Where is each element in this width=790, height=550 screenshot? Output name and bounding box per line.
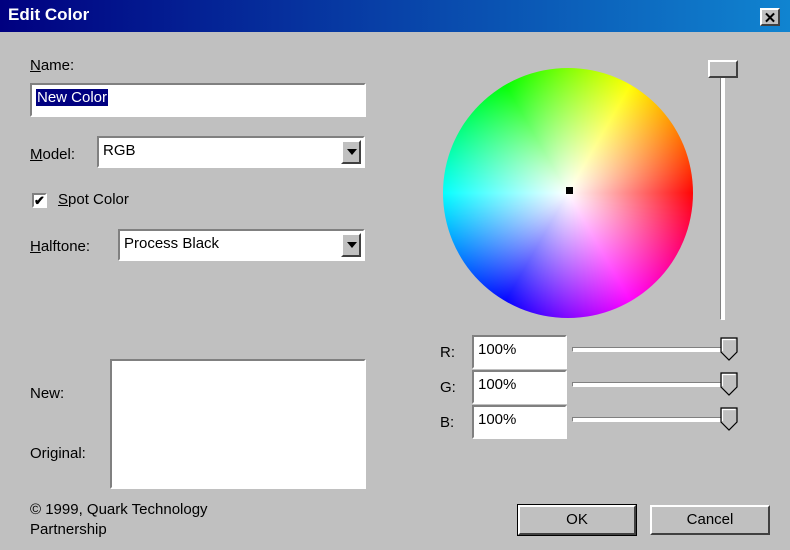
channel-label: B: — [440, 414, 455, 431]
channel-label: R: — [440, 344, 455, 361]
model-dropdown-value: RGB — [103, 142, 136, 159]
channel-value-field[interactable]: 100% — [472, 405, 567, 439]
chevron-down-icon[interactable] — [341, 140, 361, 164]
color-preview-box — [110, 359, 366, 489]
original-color-label: Original: — [30, 445, 86, 462]
copyright-line-1: © 1999, Quark Technology — [30, 501, 208, 518]
spot-color-checkbox[interactable]: ✔ — [32, 193, 47, 208]
close-icon: ✕ — [763, 10, 777, 27]
channel-slider-thumb[interactable] — [720, 337, 738, 361]
channel-value-text: 100% — [478, 341, 517, 358]
channel-slider-thumb[interactable] — [720, 407, 738, 431]
name-field[interactable]: New Color — [30, 83, 366, 117]
channel-slider-track[interactable] — [572, 417, 730, 422]
copyright-line-2: Partnership — [30, 521, 107, 538]
chevron-down-icon[interactable] — [341, 233, 361, 257]
copyright-text: © 1999, Quark Technology Partnership — [30, 500, 208, 540]
color-wheel-marker[interactable] — [566, 187, 573, 194]
channel-slider-track[interactable] — [572, 382, 730, 387]
ok-button[interactable]: OK — [517, 504, 637, 536]
name-label: Name: — [30, 57, 75, 74]
title-bar[interactable]: Edit Color ✕ — [0, 0, 790, 32]
halftone-label: Halftone: — [30, 238, 91, 255]
channel-label: G: — [440, 379, 456, 396]
channel-slider-track[interactable] — [572, 347, 730, 352]
channel-value-field[interactable]: 100% — [472, 335, 567, 369]
new-color-swatch — [112, 361, 364, 424]
close-button[interactable]: ✕ — [760, 8, 780, 27]
channel-value-text: 100% — [478, 376, 517, 393]
halftone-dropdown[interactable]: Process Black — [118, 229, 365, 261]
channel-slider-thumb[interactable] — [720, 372, 738, 396]
halftone-dropdown-value: Process Black — [124, 235, 220, 252]
spot-color-label[interactable]: Spot Color — [58, 191, 129, 208]
brightness-slider-thumb[interactable] — [708, 60, 738, 78]
model-dropdown[interactable]: RGB — [97, 136, 365, 168]
name-field-value: New Color — [36, 89, 109, 106]
channel-value-text: 100% — [478, 411, 517, 428]
model-label: Model: — [30, 146, 76, 163]
cancel-button[interactable]: Cancel — [650, 505, 770, 535]
edit-color-dialog: Edit Color ✕ Name: New Color Model: RGB … — [0, 0, 790, 550]
new-color-label: New: — [30, 385, 65, 402]
original-color-swatch — [112, 424, 364, 487]
window-title: Edit Color — [8, 5, 90, 24]
brightness-slider-track[interactable] — [720, 70, 725, 320]
check-icon: ✔ — [34, 193, 45, 208]
name-label-rest: ame: — [40, 57, 75, 74]
channel-value-field[interactable]: 100% — [472, 370, 567, 404]
